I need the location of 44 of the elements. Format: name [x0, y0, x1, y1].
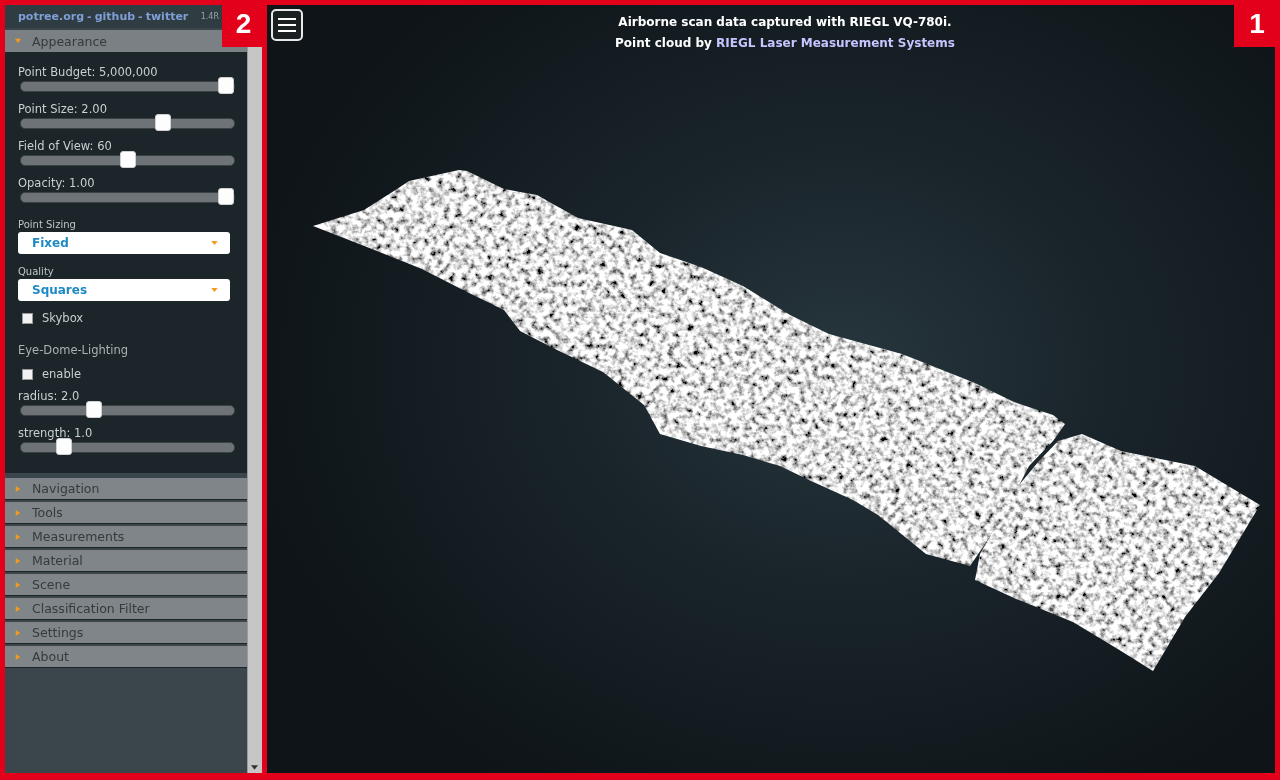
header-link[interactable]: github — [94, 10, 136, 23]
scrollbar[interactable] — [247, 47, 262, 773]
slider-thumb[interactable] — [154, 114, 171, 131]
caret-icon — [211, 288, 218, 292]
section-header[interactable]: Tools — [5, 502, 247, 524]
dropdown-label: Quality — [18, 266, 55, 278]
section-header[interactable]: Navigation — [5, 478, 247, 500]
slider-label: strength: 1.0 — [18, 426, 94, 440]
scroll-down-arrow-icon[interactable] — [251, 765, 258, 770]
caret-icon — [211, 241, 218, 245]
checkbox[interactable] — [22, 368, 33, 380]
section-header[interactable]: Settings — [5, 622, 247, 644]
slider-thumb[interactable] — [119, 151, 136, 168]
menu-button[interactable] — [271, 9, 303, 41]
checkbox-label: Skybox — [42, 311, 84, 325]
credit-text: Point cloud by RIEGL Laser Measurement Systems — [615, 35, 955, 52]
slider-label: Field of View: 60 — [18, 139, 113, 153]
section-header[interactable]: Scene — [5, 574, 247, 596]
slider-label: radius: 2.0 — [18, 389, 81, 403]
slider-thumb[interactable] — [86, 401, 102, 418]
credit-link[interactable]: RIEGL Laser Measurement Systems — [716, 36, 955, 50]
section-header[interactable]: Classification Filter — [5, 598, 247, 620]
checkbox-label: enable — [42, 367, 81, 381]
dropdown[interactable]: Fixed — [18, 232, 230, 254]
slider-label: Point Size: 2.00 — [18, 102, 108, 116]
slider-label: Opacity: 1.00 — [18, 176, 96, 190]
header-link[interactable]: potree.org — [18, 10, 85, 23]
separator-text: - — [87, 10, 92, 23]
header-link[interactable]: twitter — [145, 10, 189, 23]
separator-text: - — [138, 10, 143, 23]
section-header[interactable]: Material — [5, 550, 247, 572]
slider-label: Point Budget: 5,000,000 — [18, 65, 159, 79]
dropdown[interactable]: Squares — [18, 279, 230, 301]
group-heading: Eye-Dome-Lighting — [18, 343, 130, 357]
menu-icon — [278, 17, 296, 33]
caption-text: Airborne scan data captured with RIEGL VQ-780i. — [618, 14, 952, 31]
slider-thumb[interactable] — [218, 77, 234, 94]
version-label: 1.4R — [200, 12, 219, 21]
section-header[interactable]: Measurements — [5, 526, 247, 548]
slider-thumb[interactable] — [218, 188, 234, 205]
section-header[interactable]: About — [5, 646, 247, 668]
slider-thumb[interactable] — [56, 438, 73, 455]
dropdown-label: Point Sizing — [18, 219, 77, 231]
checkbox[interactable] — [22, 312, 33, 324]
